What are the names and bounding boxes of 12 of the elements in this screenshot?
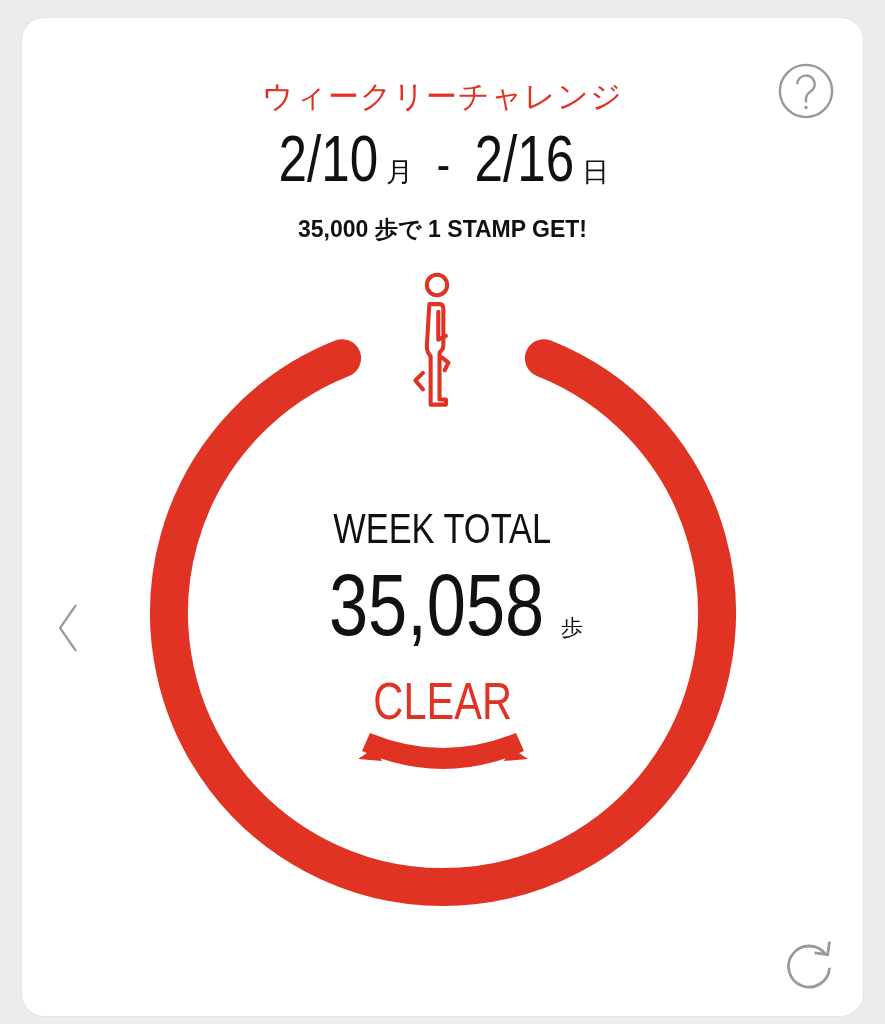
goal-text: 35,000 歩で 1 STAMP GET! xyxy=(298,215,587,244)
start-weekday: 月 xyxy=(386,155,414,189)
end-weekday: 日 xyxy=(582,155,610,189)
end-date: 2/16 xyxy=(474,122,574,196)
step-unit: 歩 xyxy=(561,614,584,642)
step-count: 35,058 xyxy=(328,557,545,653)
date-separator: - xyxy=(436,135,451,193)
help-icon[interactable] xyxy=(777,62,835,120)
week-total-label: WEEK TOTAL xyxy=(333,503,552,553)
clear-badge: CLEAR xyxy=(355,673,530,773)
challenge-title: ウィークリーチャレンジ xyxy=(262,77,623,116)
start-date: 2/10 xyxy=(278,122,378,196)
